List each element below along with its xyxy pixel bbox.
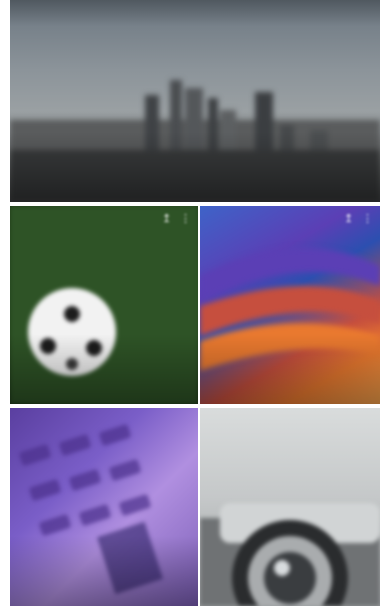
tile-gradient (200, 334, 380, 404)
hero-bottom-gradient (10, 132, 380, 202)
share-icon[interactable]: ↥ (162, 214, 172, 225)
share-icon[interactable]: ↥ (344, 214, 354, 225)
grid-divider-horizontal (10, 404, 380, 408)
article-tile-tech[interactable] (10, 408, 198, 606)
hero-article-card[interactable] (10, 0, 380, 202)
tile-gradient (10, 536, 198, 606)
tile-gradient (10, 334, 198, 404)
news-feed: ↥ ⋮ ↥ ⋮ (0, 0, 380, 606)
more-icon[interactable]: ⋮ (362, 214, 373, 225)
camera-lens-image (200, 503, 380, 606)
tile-actions: ↥ ⋮ (344, 214, 373, 225)
more-icon[interactable]: ⋮ (180, 214, 191, 225)
tile-actions: ↥ ⋮ (162, 214, 191, 225)
article-tile-sports[interactable]: ↥ ⋮ (10, 206, 198, 404)
article-tile-abstract[interactable]: ↥ ⋮ (200, 206, 380, 404)
hero-top-gradient (10, 0, 380, 26)
article-tile-camera[interactable] (200, 408, 380, 606)
